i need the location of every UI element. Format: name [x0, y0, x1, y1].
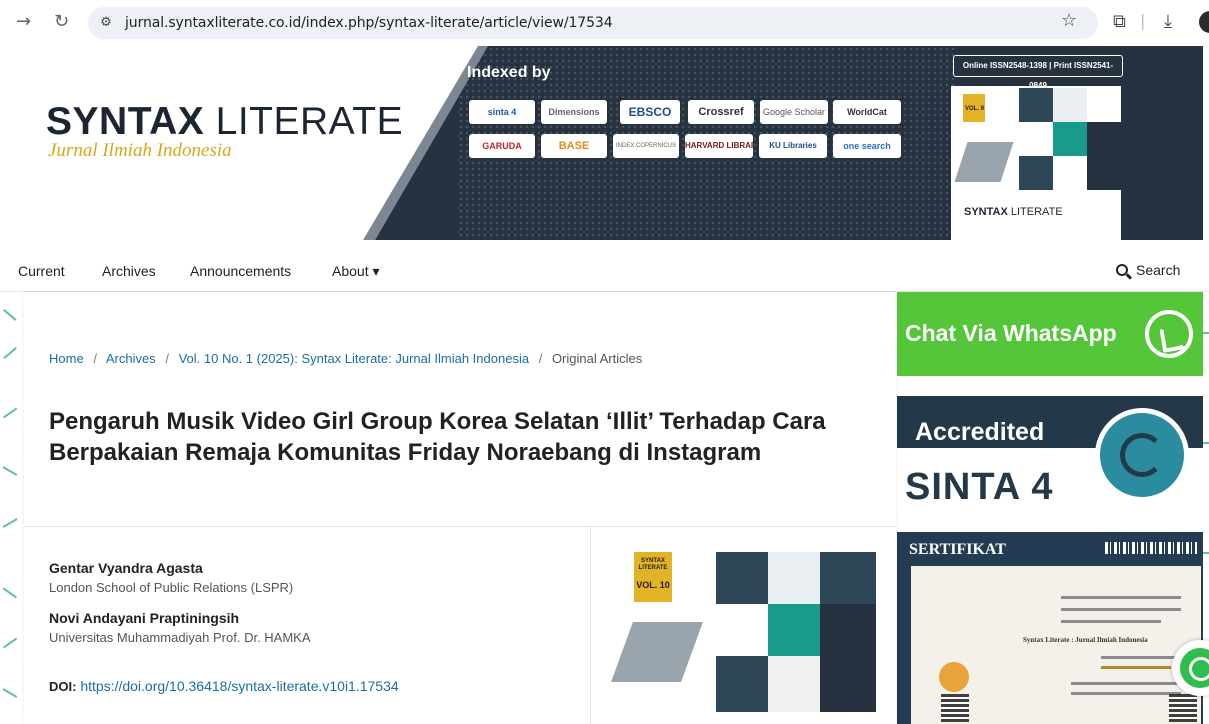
- certificate-paper: Syntax Literate : Jurnal Ilmiah Indonesi…: [911, 566, 1201, 724]
- doi-link[interactable]: https://doi.org/10.36418/syntax-literate…: [80, 678, 398, 694]
- indexer-badge[interactable]: KU Libraries: [759, 134, 827, 158]
- indexer-badge[interactable]: INDEX COPERNICUS: [613, 134, 679, 158]
- cover-block: [1053, 88, 1087, 122]
- breadcrumb-archives[interactable]: Archives: [106, 351, 156, 366]
- breadcrumb-home[interactable]: Home: [49, 351, 84, 366]
- cover-block: [716, 656, 768, 712]
- whatsapp-icon: [1180, 648, 1209, 688]
- indexer-badge[interactable]: GARUDA: [469, 134, 535, 158]
- nav-item-archives[interactable]: Archives: [102, 263, 156, 279]
- indexer-badge[interactable]: WorldCat: [833, 100, 901, 124]
- issue-cover-image[interactable]: SYNTAX LITERATE VOL. 10: [610, 552, 876, 712]
- primary-nav: Current Archives Announcements About ▾ S…: [0, 250, 1209, 292]
- whatsapp-chat-label: Chat Via WhatsApp: [905, 320, 1117, 346]
- site-settings-icon[interactable]: ⚙: [96, 14, 116, 32]
- download-icon[interactable]: ⤓: [1164, 11, 1172, 32]
- address-bar[interactable]: ⚙ jurnal.syntaxliterate.co.id/index.php/…: [88, 7, 1098, 39]
- site-logo-title[interactable]: SYNTAX LITERATE: [46, 100, 403, 144]
- indexer-badge[interactable]: Dimensions: [541, 100, 607, 124]
- indexer-badge[interactable]: HARVARD LIBRARY: [685, 134, 753, 158]
- cover-block: [768, 604, 820, 656]
- certificate-medal-icon: [939, 662, 969, 692]
- browser-toolbar: → ↻ ⚙ jurnal.syntaxliterate.co.id/index.…: [0, 0, 1209, 46]
- site-header-banner: SYNTAX LITERATE Jurnal Ilmiah Indonesia …: [18, 46, 1203, 240]
- breadcrumb-current-section: Original Articles: [551, 351, 643, 366]
- accredited-label: Accredited: [915, 418, 1045, 446]
- cover-laptop-photo: [954, 142, 1014, 182]
- sidebar: Chat Via WhatsApp Accredited SINTA 4 SER…: [897, 292, 1203, 724]
- breadcrumb-separator: /: [93, 351, 97, 366]
- toolbar-divider: |: [1140, 11, 1146, 30]
- breadcrumb-separator: /: [165, 351, 169, 366]
- breadcrumb: Home / Archives / Vol. 10 No. 1 (2025): …: [49, 351, 642, 366]
- site-logo-subtitle: Jurnal Ilmiah Indonesia: [48, 140, 232, 161]
- cover-block: [820, 552, 876, 604]
- url-text[interactable]: jurnal.syntaxliterate.co.id/index.php/sy…: [125, 15, 613, 31]
- author-affiliation: London School of Public Relations (LSPR): [49, 580, 294, 595]
- bookmark-star-icon[interactable]: ☆: [1061, 10, 1077, 31]
- issn-label: Online ISSN2548-1398 | Print ISSN2541-08…: [953, 55, 1123, 90]
- sinta-rank-label: SINTA 4: [905, 466, 1054, 508]
- indexer-badge[interactable]: Google Scholar: [760, 100, 828, 124]
- cover-block: [716, 552, 768, 604]
- profile-avatar[interactable]: [1199, 11, 1209, 33]
- certificate-flag-bars: [1105, 542, 1197, 554]
- nav-item-current[interactable]: Current: [18, 263, 65, 279]
- whatsapp-chat-banner[interactable]: Chat Via WhatsApp: [897, 292, 1203, 376]
- cover-block: [768, 656, 820, 712]
- cover-block: [820, 604, 876, 712]
- author-name: Gentar Vyandra Agasta: [49, 560, 203, 576]
- accreditation-certificate[interactable]: SERTIFIKAT Syntax Literate : Jurnal Ilmi…: [897, 532, 1203, 724]
- issue-cover-badge-text: SYNTAX LITERATE: [638, 558, 668, 571]
- doi-row: DOI: https://doi.org/10.36418/syntax-lit…: [49, 678, 399, 694]
- indexer-badge[interactable]: BASE: [541, 134, 607, 158]
- cover-title: SYNTAX LITERATE: [964, 206, 1063, 218]
- back-arrow-icon[interactable]: →: [16, 12, 31, 32]
- certificate-qr-icon: [1169, 694, 1197, 722]
- indexer-badge[interactable]: sinta 4: [469, 100, 535, 124]
- search-icon: [1116, 264, 1128, 276]
- extensions-icon[interactable]: ⧉: [1113, 11, 1126, 32]
- cover-block: [1053, 122, 1087, 156]
- certificate-qr-icon: [941, 694, 969, 722]
- search-link[interactable]: Search: [1116, 262, 1180, 278]
- cover-block: [1019, 156, 1053, 190]
- breadcrumb-issue[interactable]: Vol. 10 No. 1 (2025): Syntax Literate: J…: [179, 351, 529, 366]
- indexer-badge[interactable]: one search: [833, 134, 901, 158]
- certificate-journal-name: Syntax Literate : Jurnal Ilmiah Indonesi…: [1023, 636, 1148, 644]
- article-main: Home / Archives / Vol. 10 No. 1 (2025): …: [24, 292, 896, 724]
- certificate-title: SERTIFIKAT: [909, 541, 1006, 558]
- issue-cover-vol: VOL. 10: [636, 580, 670, 590]
- sinta-seal-icon: [1095, 408, 1189, 502]
- author-name: Novi Andayani Praptiningsih: [49, 610, 240, 626]
- whatsapp-icon: [1145, 310, 1193, 358]
- author-affiliation: Universitas Muhammadiyah Prof. Dr. HAMKA: [49, 630, 311, 645]
- left-decoration: [0, 292, 24, 724]
- doi-label: DOI:: [49, 679, 77, 694]
- indexer-badge[interactable]: EBSCO: [620, 100, 680, 124]
- sinta-accreditation-banner[interactable]: Accredited SINTA 4: [897, 396, 1203, 512]
- cover-vol-text: VOL. 9: [965, 106, 985, 112]
- indexer-badge[interactable]: Crossref: [688, 100, 754, 124]
- cover-block: [1019, 88, 1053, 122]
- search-label: Search: [1136, 262, 1181, 278]
- nav-item-about[interactable]: About ▾: [332, 263, 380, 280]
- breadcrumb-separator: /: [538, 351, 543, 366]
- article-title: Pengaruh Musik Video Girl Group Korea Se…: [49, 408, 826, 466]
- journal-cover-image[interactable]: VOL. 9 SYNTAX LITERATE: [951, 86, 1121, 240]
- column-divider: [590, 526, 591, 724]
- cover-block: [1087, 122, 1121, 190]
- reload-icon[interactable]: ↻: [54, 12, 69, 32]
- section-divider: [24, 526, 896, 527]
- nav-item-announcements[interactable]: Announcements: [190, 263, 291, 279]
- cover-laptop-photo: [611, 622, 703, 682]
- indexed-by-heading: Indexed by: [467, 64, 551, 81]
- cover-block: [768, 552, 820, 604]
